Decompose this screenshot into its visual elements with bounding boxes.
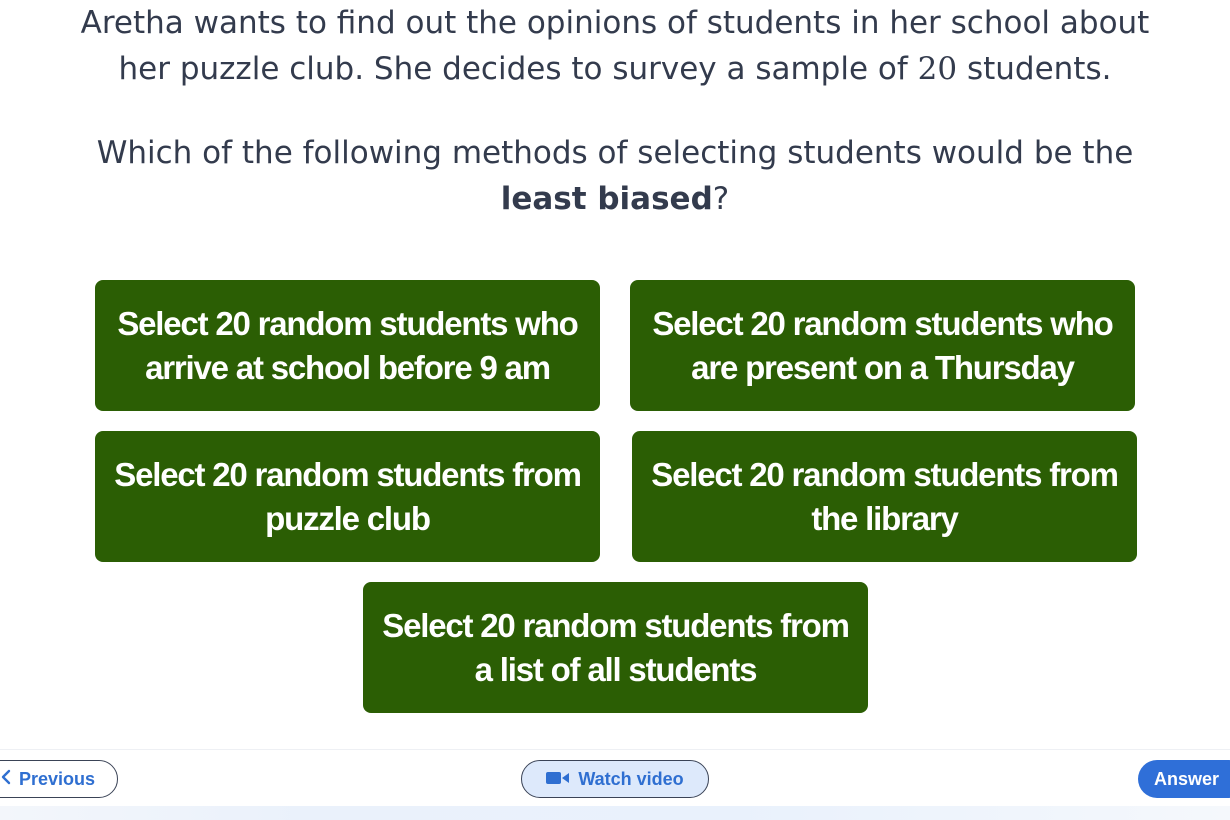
prompt-emphasis: least biased <box>500 181 713 217</box>
option-text: Select 20 random students who are presen… <box>652 302 1114 390</box>
option-line-2: the library <box>811 499 959 537</box>
option-line-1: Select 20 random students from <box>114 455 582 493</box>
toolbar-divider <box>0 749 1230 750</box>
answer-option-4[interactable]: Select 20 random students from the libra… <box>632 431 1137 562</box>
question-line-2-end: students. <box>957 51 1112 87</box>
option-text: Select 20 random students from puzzle cl… <box>114 453 582 541</box>
option-text: Select 20 random students from the libra… <box>651 453 1119 541</box>
option-line-1: Select 20 random students who <box>652 304 1114 342</box>
answer-button[interactable]: Answer <box>1138 760 1230 798</box>
question-text: Aretha wants to find out the opinions of… <box>0 0 1230 92</box>
question-prompt: Which of the following methods of select… <box>0 130 1230 222</box>
question-line-2-start: her puzzle club. She decides to survey a… <box>118 51 918 87</box>
answer-option-5[interactable]: Select 20 random students from a list of… <box>363 582 868 713</box>
answer-label: Answer <box>1154 768 1220 789</box>
chevron-left-icon <box>1 769 11 790</box>
option-line-2: are present on a Thursday <box>691 348 1075 386</box>
option-text: Select 20 random students who arrive at … <box>117 302 579 390</box>
previous-label: Previous <box>19 768 96 789</box>
sample-size-number: 20 <box>917 51 958 87</box>
question-line-2: her puzzle club. She decides to survey a… <box>0 46 1230 92</box>
option-line-2: a list of all students <box>474 650 758 688</box>
watch-video-button[interactable]: Watch video <box>521 760 709 798</box>
answer-option-1[interactable]: Select 20 random students who arrive at … <box>95 280 600 411</box>
option-line-2: arrive at school before 9 am <box>145 348 551 386</box>
option-text: Select 20 random students from a list of… <box>382 604 850 692</box>
watch-video-label: Watch video <box>578 768 684 789</box>
answer-option-2[interactable]: Select 20 random students who are presen… <box>630 280 1135 411</box>
prompt-line-2: least biased? <box>0 176 1230 222</box>
bottom-strip <box>0 806 1230 820</box>
option-line-2: puzzle club <box>265 499 431 537</box>
option-line-1: Select 20 random students who <box>117 304 579 342</box>
prompt-question-mark: ? <box>712 181 730 217</box>
quiz-page: Aretha wants to find out the opinions of… <box>0 0 1230 820</box>
question-line-1: Aretha wants to find out the opinions of… <box>80 5 1150 41</box>
answer-option-3[interactable]: Select 20 random students from puzzle cl… <box>95 431 600 562</box>
previous-button[interactable]: Previous <box>0 760 118 798</box>
prompt-line-1: Which of the following methods of select… <box>96 135 1134 171</box>
option-line-1: Select 20 random students from <box>382 606 850 644</box>
video-camera-icon <box>546 769 570 790</box>
option-line-1: Select 20 random students from <box>651 455 1119 493</box>
